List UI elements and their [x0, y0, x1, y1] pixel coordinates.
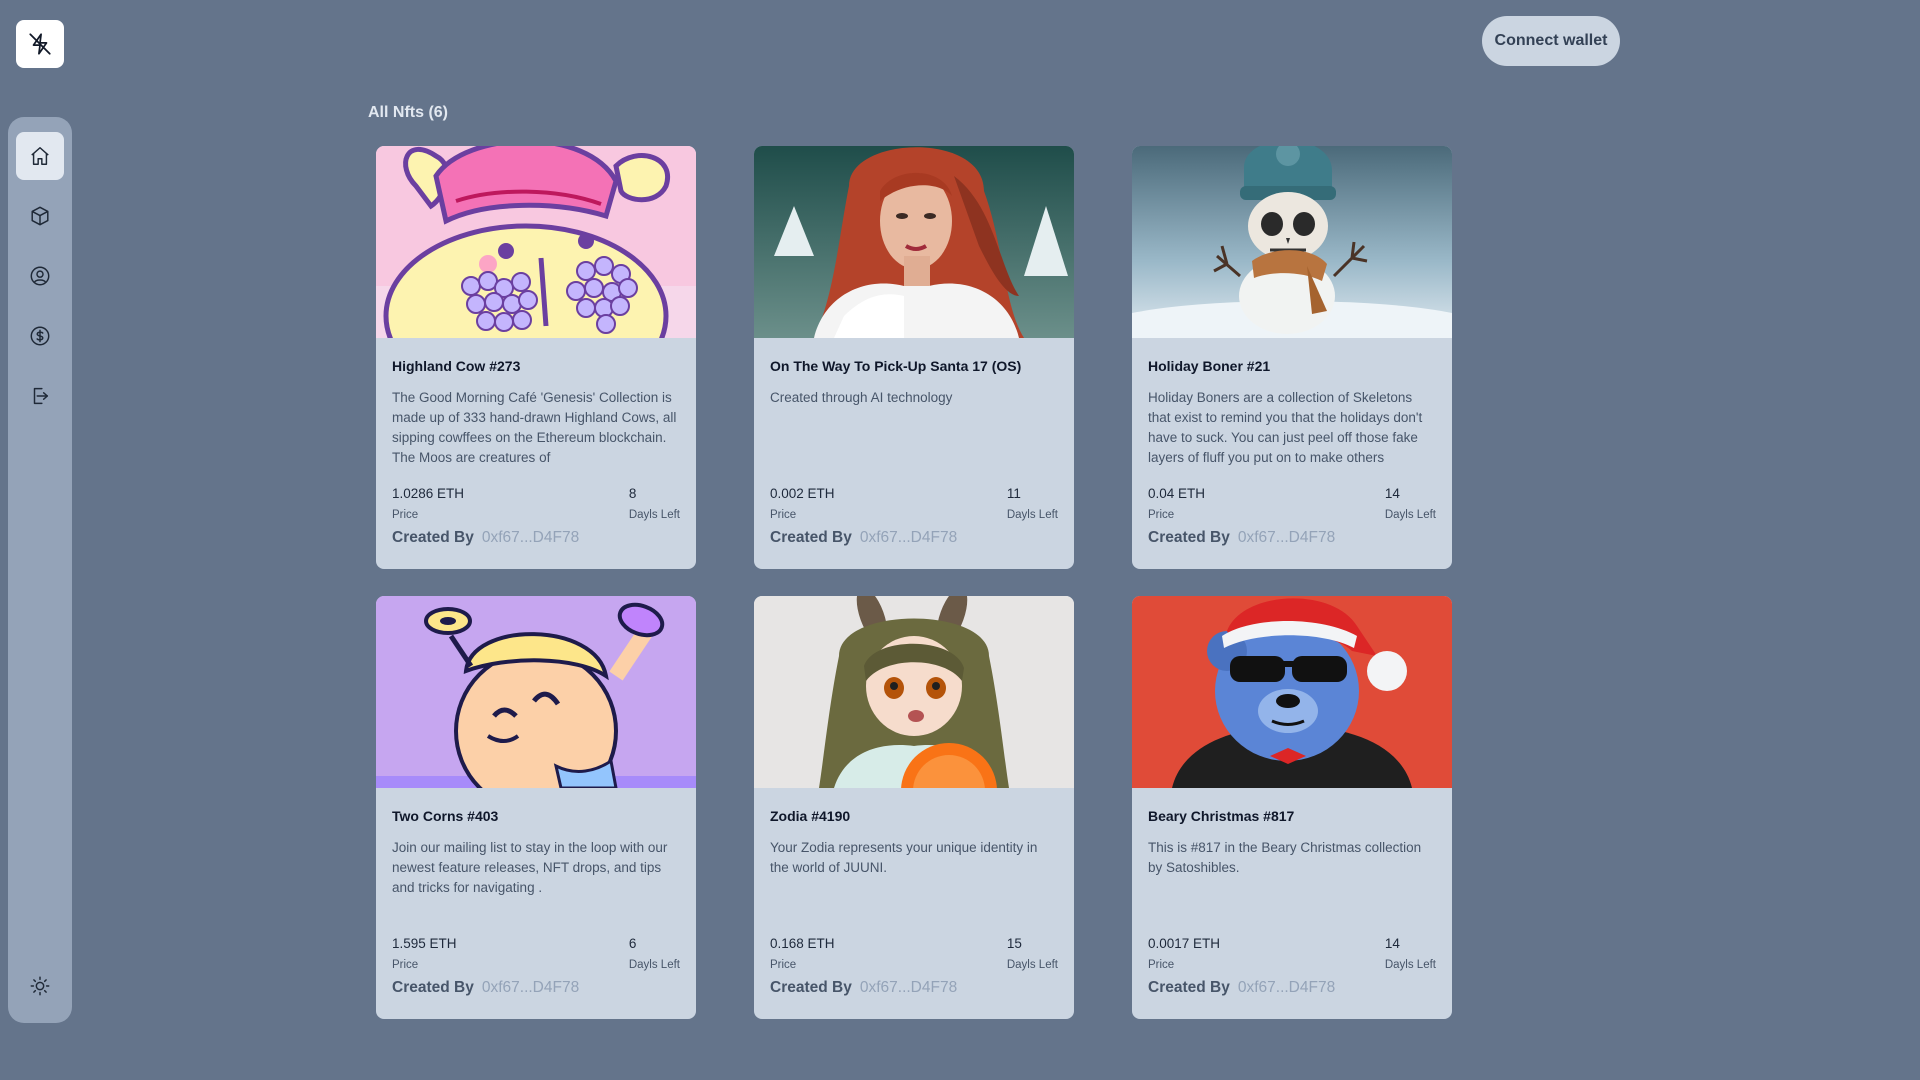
creator-address[interactable]: 0xf67...D4F78 — [482, 979, 579, 997]
nft-description: This is #817 in the Beary Christmas coll… — [1148, 840, 1422, 875]
nft-title: Beary Christmas #817 — [1148, 808, 1295, 824]
price-label: Price — [770, 959, 797, 971]
nft-title: Two Corns #403 — [392, 808, 499, 824]
nft-card[interactable]: Holiday Boner #21 Holiday Boners are a c… — [1132, 146, 1452, 569]
created-by-label: Created By — [1148, 979, 1230, 996]
created-by-label: Created By — [392, 979, 474, 996]
nft-image — [754, 146, 1074, 338]
nft-days-left: 6 — [628, 936, 637, 951]
nft-image — [376, 596, 696, 788]
sun-icon — [30, 976, 50, 996]
sidebar-item-logout[interactable] — [16, 372, 64, 420]
nft-price: 0.04 ETH — [1148, 486, 1206, 501]
price-label: Price — [770, 509, 797, 521]
created-by-label: Created By — [770, 979, 852, 996]
days-left-label: Dayls Left — [1384, 959, 1436, 971]
sidebar-item-wallet[interactable] — [16, 312, 64, 360]
nft-days-left: 15 — [1006, 936, 1022, 951]
dollar-circle-icon — [30, 326, 50, 346]
creator-address[interactable]: 0xf67...D4F78 — [482, 529, 579, 547]
nft-days-left: 14 — [1384, 936, 1400, 951]
nft-card[interactable]: Two Corns #403 Join our mailing list to … — [376, 596, 696, 1019]
creator-address[interactable]: 0xf67...D4F78 — [1238, 979, 1335, 997]
days-left-label: Dayls Left — [628, 509, 680, 521]
creator-address[interactable]: 0xf67...D4F78 — [860, 979, 957, 997]
home-icon — [31, 147, 49, 165]
nft-price: 1.0286 ETH — [392, 486, 465, 501]
section-title: All Nfts (6) — [368, 104, 448, 121]
theme-toggle[interactable] — [16, 962, 64, 1010]
sidebar-item-home[interactable] — [16, 132, 64, 180]
price-label: Price — [392, 959, 419, 971]
nft-card[interactable]: On The Way To Pick-Up Santa 17 (OS) Crea… — [754, 146, 1074, 569]
sidebar-item-collections[interactable] — [16, 192, 64, 240]
nft-description: The Good Morning Café 'Genesis' Collecti… — [392, 390, 677, 465]
created-by-label: Created By — [1148, 529, 1230, 546]
created-by-label: Created By — [770, 529, 852, 546]
days-left-label: Dayls Left — [1384, 509, 1436, 521]
nft-days-left: 11 — [1006, 486, 1021, 501]
cube-icon — [31, 206, 49, 226]
price-label: Price — [1148, 959, 1175, 971]
logout-icon — [33, 387, 49, 405]
nft-description: Created through AI technology — [770, 390, 953, 405]
days-left-label: Dayls Left — [1006, 509, 1058, 521]
nft-price: 1.595 ETH — [392, 936, 457, 951]
nft-image — [1132, 596, 1452, 788]
nft-title: On The Way To Pick-Up Santa 17 (OS) — [770, 358, 1022, 374]
nft-card[interactable]: Highland Cow #273 The Good Morning Café … — [376, 146, 696, 569]
nft-grid: Highland Cow #273 The Good Morning Café … — [376, 146, 1452, 1019]
price-label: Price — [392, 509, 419, 521]
nft-card[interactable]: Beary Christmas #817 This is #817 in the… — [1132, 596, 1452, 1019]
connect-wallet-button[interactable]: Connect wallet — [1482, 16, 1620, 66]
nft-image — [1132, 146, 1452, 338]
nft-description: Holiday Boners are a collection of Skele… — [1148, 390, 1423, 465]
nft-days-left: 8 — [628, 486, 637, 501]
logo-icon — [29, 33, 51, 55]
price-label: Price — [1148, 509, 1175, 521]
sidebar-item-profile[interactable] — [16, 252, 64, 300]
app-logo[interactable] — [16, 20, 64, 68]
created-by-label: Created By — [392, 529, 474, 546]
days-left-label: Dayls Left — [1006, 959, 1058, 971]
sidebar — [8, 117, 72, 1023]
nft-price: 0.168 ETH — [770, 936, 835, 951]
creator-address[interactable]: 0xf67...D4F78 — [1238, 529, 1335, 547]
nft-description: Your Zodia represents your unique identi… — [770, 840, 1038, 875]
nft-description: Join our mailing list to stay in the loo… — [392, 840, 668, 895]
creator-address[interactable]: 0xf67...D4F78 — [860, 529, 957, 547]
nft-image — [376, 146, 696, 338]
nft-image — [754, 596, 1074, 788]
nft-card[interactable]: Zodia #4190 Your Zodia represents your u… — [754, 596, 1074, 1019]
nft-title: Zodia #4190 — [770, 808, 851, 824]
nft-title: Highland Cow #273 — [392, 358, 521, 374]
nft-title: Holiday Boner #21 — [1148, 358, 1271, 374]
nft-price: 0.002 ETH — [770, 486, 835, 501]
days-left-label: Dayls Left — [628, 959, 680, 971]
user-circle-icon — [30, 266, 50, 286]
nft-days-left: 14 — [1384, 486, 1400, 501]
nft-price: 0.0017 ETH — [1148, 936, 1221, 951]
